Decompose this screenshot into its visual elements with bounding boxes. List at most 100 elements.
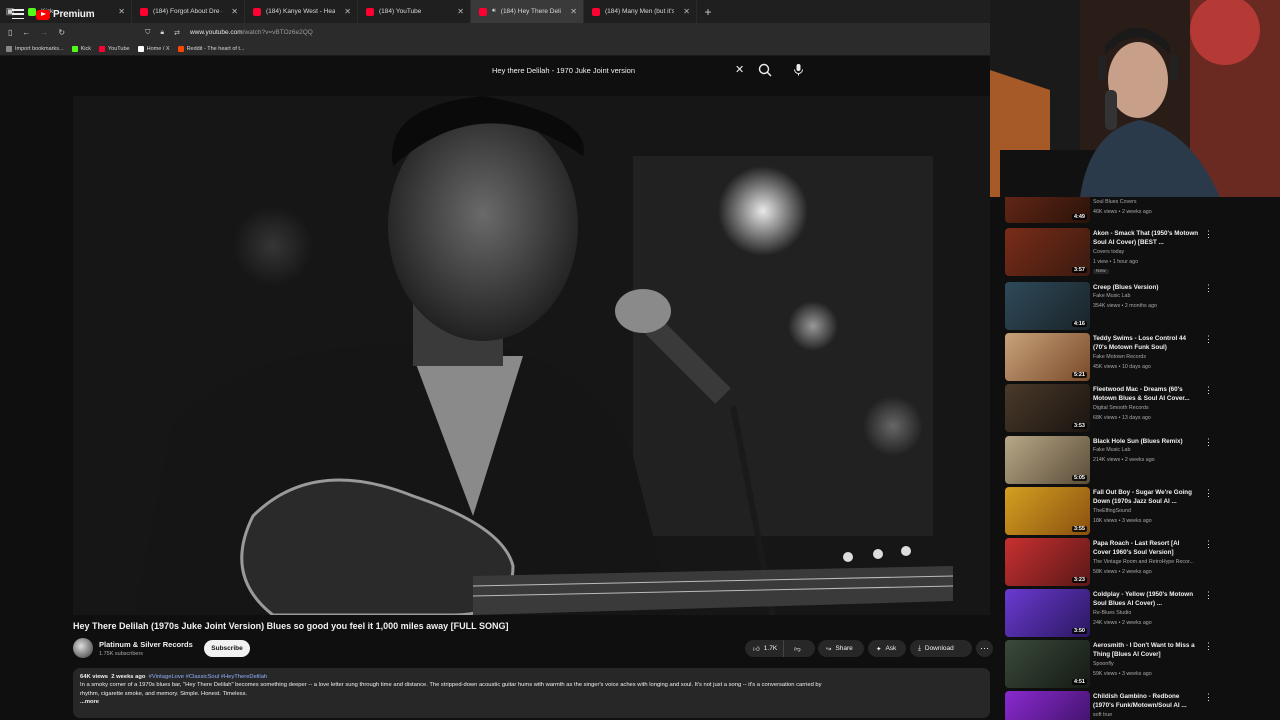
recommended-video[interactable]: 3:53 Fleetwood Mac - Dreams (60's Motown … xyxy=(1005,384,1275,432)
more-options-icon[interactable]: ⋮ xyxy=(1204,641,1213,652)
recommended-video[interactable]: 3:23 Papa Roach - Last Resort [AI Cover 1… xyxy=(1005,538,1275,586)
show-more-link[interactable]: ...more xyxy=(80,698,983,706)
recommended-video[interactable]: 3:50 Coldplay - Yellow (1950's Motown Sou… xyxy=(1005,589,1275,637)
recommended-channel-name[interactable]: Covers today xyxy=(1093,249,1208,255)
video-thumbnail[interactable]: 3:55 xyxy=(1005,487,1090,535)
browser-tab[interactable]: (184) YouTube ✕ xyxy=(358,0,471,23)
recommended-video-title[interactable]: Coldplay - Yellow (1950's Motown Soul Bl… xyxy=(1093,590,1199,609)
bookmarks-bar: Import bookmarks... Kick YouTube Home / X Re… xyxy=(0,42,990,56)
recommended-channel-name[interactable]: TheEffingSound xyxy=(1093,508,1208,514)
shield-icon[interactable]: ⛉ xyxy=(145,29,150,37)
dislike-button[interactable]: 👎︎ xyxy=(788,640,801,657)
hashtags[interactable]: #VintageLove #ClassicSoul #HeyThereDelil… xyxy=(149,674,267,680)
video-description[interactable]: 64K views 2 weeks ago #VintageLove #Clas… xyxy=(73,668,990,718)
recommended-video[interactable]: 4:16 Creep (Blues Version) ⋮ Fake Music Lab… xyxy=(1005,282,1275,330)
ask-button[interactable]: ✦ Ask xyxy=(868,640,906,657)
share-button[interactable]: ↪ Share xyxy=(818,640,864,657)
search-icon[interactable] xyxy=(757,62,773,78)
close-tab-icon[interactable]: ✕ xyxy=(344,7,351,16)
close-tab-icon[interactable]: ✕ xyxy=(683,7,690,16)
download-icon: ⤓ xyxy=(918,644,921,652)
more-options-icon[interactable]: ⋮ xyxy=(1204,590,1213,601)
menu-icon[interactable] xyxy=(12,9,24,19)
more-actions-icon[interactable]: ⋯ xyxy=(976,640,993,657)
recommended-video-title[interactable]: Akon - Smack That (1950's Motown Soul AI… xyxy=(1093,229,1199,248)
recommended-video[interactable]: 4:51 Aerosmith - I Don't Want to Miss a T… xyxy=(1005,640,1275,688)
recommended-video[interactable]: 5:21 Teddy Swims - Lose Control 44 (70's … xyxy=(1005,333,1275,381)
bookmark-label: Home / X xyxy=(146,45,170,52)
video-thumbnail[interactable]: 3:53 xyxy=(1005,384,1090,432)
close-tab-icon[interactable]: ✕ xyxy=(570,7,577,16)
recommended-video-title[interactable]: Teddy Swims - Lose Control 44 (70's Moto… xyxy=(1093,334,1199,353)
youtube-play-icon xyxy=(36,9,50,20)
more-options-icon[interactable]: ⋮ xyxy=(1204,692,1213,703)
recommended-channel-name[interactable]: Fake Music Lab xyxy=(1093,447,1208,453)
more-options-icon[interactable]: ⋮ xyxy=(1204,539,1213,550)
settings-icon[interactable]: ⇄ xyxy=(174,29,180,37)
recommended-channel-name[interactable]: Spoonfly xyxy=(1093,661,1208,667)
url-field[interactable]: www.youtube.com/watch?v=vBTOz6e2QQ xyxy=(190,29,313,36)
video-thumbnail[interactable]: 4:49 xyxy=(1005,197,1090,223)
video-thumbnail[interactable]: 4:16 xyxy=(1005,282,1090,330)
more-options-icon[interactable]: ⋮ xyxy=(1204,334,1213,345)
channel-name[interactable]: Platinum & Silver Records xyxy=(99,640,193,649)
recommended-channel-name[interactable]: Digital Smooth Records xyxy=(1093,405,1208,411)
recommended-video-title[interactable]: Aerosmith - I Don't Want to Miss a Thing… xyxy=(1093,641,1199,660)
forward-icon[interactable]: → xyxy=(40,28,48,37)
audio-playing-icon[interactable]: 🔊︎ xyxy=(492,8,496,15)
browser-tab[interactable]: (184) Kanye West - Heartless (Fi ✕ xyxy=(245,0,358,23)
download-button[interactable]: ⤓ Download xyxy=(910,640,972,657)
recommended-channel-name[interactable]: Fake Music Lab xyxy=(1093,293,1208,299)
recommended-video-title[interactable]: Fleetwood Mac - Dreams (60's Motown Blue… xyxy=(1093,385,1199,404)
browser-tab[interactable]: 🔊︎ (184) Hey There Delilah (19 ✕ xyxy=(471,0,584,23)
recommended-channel-name[interactable]: Re-Blues Studio xyxy=(1093,610,1208,616)
recommended-video-title[interactable]: Papa Roach - Last Resort [AI Cover 1960'… xyxy=(1093,539,1199,558)
browser-tab[interactable]: (184) Many Men (but it's so CO ✕ xyxy=(584,0,697,23)
recommended-video-title[interactable]: Black Hole Sun (Blues Remix) xyxy=(1093,437,1199,446)
bookmark-item[interactable]: Reddit - The heart of t... xyxy=(177,45,245,52)
like-button[interactable]: 👍︎ 1.7K xyxy=(745,640,785,657)
bookmark-item[interactable]: Import bookmarks... xyxy=(6,45,64,52)
more-options-icon[interactable]: ⋮ xyxy=(1204,229,1213,240)
more-options-icon[interactable]: ⋮ xyxy=(1204,488,1213,499)
recommended-video-title[interactable]: Creep (Blues Version) xyxy=(1093,283,1199,292)
search-input[interactable]: Hey there Delilah - 1970 Juke Joint vers… xyxy=(483,61,751,80)
microphone-icon[interactable] xyxy=(791,62,806,77)
close-tab-icon[interactable]: ✕ xyxy=(118,7,125,16)
back-icon[interactable]: ← xyxy=(22,28,30,37)
recommended-channel-name[interactable]: soft true xyxy=(1093,712,1208,718)
recommended-video[interactable]: 5:05 Black Hole Sun (Blues Remix) ⋮ Fake Mu… xyxy=(1005,436,1275,484)
video-thumbnail[interactable] xyxy=(1005,691,1090,720)
subscribe-button[interactable]: Subscribe xyxy=(204,640,250,657)
recommended-channel-name[interactable]: Fake Motown Records xyxy=(1093,354,1208,360)
video-thumbnail[interactable]: 3:57 xyxy=(1005,228,1090,276)
video-thumbnail[interactable]: 4:51 xyxy=(1005,640,1090,688)
bookmark-item[interactable]: Home / X xyxy=(137,45,170,52)
video-thumbnail[interactable]: 3:23 xyxy=(1005,538,1090,586)
lock-icon[interactable]: 🔒︎ xyxy=(160,29,164,37)
more-options-icon[interactable]: ⋮ xyxy=(1204,385,1213,396)
webcam-image xyxy=(990,0,1280,197)
video-thumbnail[interactable]: 5:05 xyxy=(1005,436,1090,484)
bookmark-item[interactable]: Kick xyxy=(71,45,91,52)
recommended-video[interactable]: 3:57 Akon - Smack That (1950's Motown Sou… xyxy=(1005,228,1275,276)
channel-avatar[interactable] xyxy=(73,638,93,658)
bookmark-item[interactable]: YouTube xyxy=(99,45,130,52)
new-tab-button[interactable]: + xyxy=(697,5,719,19)
youtube-logo[interactable]: Premium xyxy=(36,9,95,20)
recommended-video[interactable]: 3:55 Fall Out Boy - Sugar We're Going Dow… xyxy=(1005,487,1275,535)
recommended-video-title[interactable]: Childish Gambino - Redbone (1970's Funk/… xyxy=(1093,692,1199,711)
video-thumbnail[interactable]: 3:50 xyxy=(1005,589,1090,637)
recommended-video[interactable]: Childish Gambino - Redbone (1970's Funk/… xyxy=(1005,691,1275,720)
close-tab-icon[interactable]: ✕ xyxy=(457,7,464,16)
browser-tab[interactable]: (184) Forgot About Dre - 1950s ✕ xyxy=(132,0,245,23)
recommended-channel-name[interactable]: Soul Blues Covers xyxy=(1093,199,1208,205)
video-player[interactable] xyxy=(73,96,990,615)
close-tab-icon[interactable]: ✕ xyxy=(231,7,238,16)
video-thumbnail[interactable]: 5:21 xyxy=(1005,333,1090,381)
recommended-channel-name[interactable]: The Vintage Room and RetroHype Recor... xyxy=(1093,559,1208,565)
clear-search-icon[interactable]: ✕ xyxy=(735,63,744,76)
reload-icon[interactable]: ↻ xyxy=(58,28,65,37)
sidebar-toggle-icon[interactable]: ▯ xyxy=(8,28,12,37)
recommended-video-title[interactable]: Fall Out Boy - Sugar We're Going Down (1… xyxy=(1093,488,1199,507)
